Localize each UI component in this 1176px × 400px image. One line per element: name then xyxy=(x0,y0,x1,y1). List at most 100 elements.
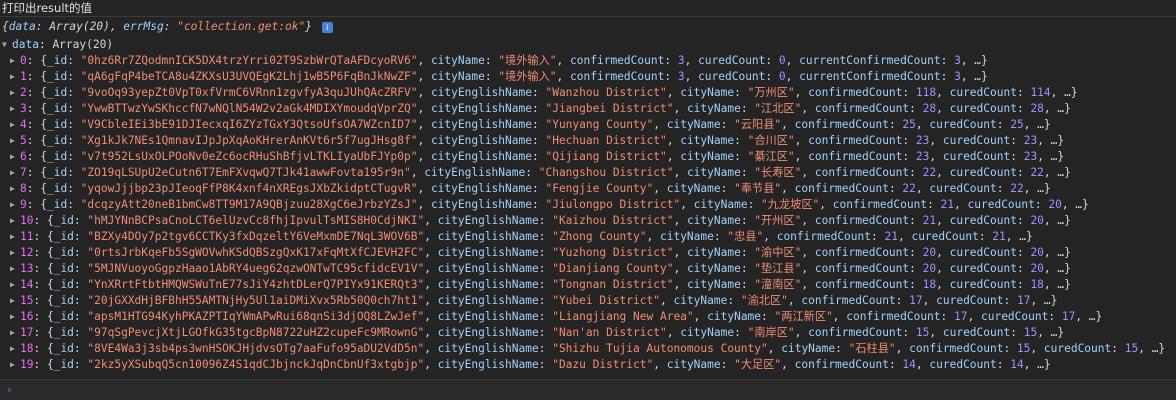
result-object-summary[interactable]: {data: Array(20), errMsg: "collection.ge… xyxy=(0,17,1176,37)
array-item-row[interactable]: ▶ 2: {_id: "9voOq93yepZt0VpT0xfVrmC6VRnn1… xyxy=(0,85,1176,101)
field-value: "9voOq93yepZt0VpT0xfVrmC6VRnn1zgvfyA3quJ… xyxy=(80,86,418,99)
triangle-right-icon[interactable]: ▶ xyxy=(10,309,20,325)
console-log-header: 打印出result的值 xyxy=(0,0,1176,17)
array-item-row[interactable]: ▶ 15: {_id: "20jGXXdHjBFBhH55AMTNjHy5Ul1a… xyxy=(0,293,1176,309)
array-index: 1 xyxy=(20,70,27,83)
field-value: 15 xyxy=(1016,342,1031,355)
field-key: confirmedCount xyxy=(814,166,910,179)
triangle-right-icon[interactable]: ▶ xyxy=(10,133,20,149)
triangle-right-icon[interactable]: ▶ xyxy=(10,101,20,117)
array-index: 18 xyxy=(20,342,34,355)
array-index: 13 xyxy=(20,262,34,275)
brace-close: } xyxy=(305,20,312,33)
field-key: confirmedCount xyxy=(570,70,665,83)
array-item-row[interactable]: ▶ 8: {_id: "yqowJjjbp23pJIeoqFfP8K4xnf4nX… xyxy=(0,181,1176,197)
triangle-right-icon[interactable]: ▶ xyxy=(10,53,20,69)
field-value: 21 xyxy=(922,214,937,227)
field-value: "Xg1kJk7NEs1QmnavIJpJpXqAoKHrerAnKVt6r5f… xyxy=(80,134,418,147)
field-key: curedCount xyxy=(942,150,1011,163)
field-key: _id xyxy=(53,310,74,323)
summary-data-value: Array(20) xyxy=(49,20,110,33)
array-item-row[interactable]: ▶ 7: {_id: "ZO19qLSUpU2eCutn6T7EmFXvqwQ7T… xyxy=(0,165,1176,181)
field-key: curedCount xyxy=(949,262,1017,275)
data-array-header[interactable]: ▼ data: Array(20) xyxy=(0,37,1176,53)
console-input-bar[interactable]: › xyxy=(0,379,1176,400)
field-key: cityEnglishName xyxy=(437,278,539,291)
field-value: "Kaizhou District" xyxy=(552,214,674,227)
field-value: 25 xyxy=(1010,118,1024,131)
array-item-row[interactable]: ▶ 18: {_id: "8VE4Wa3j3sb4ps3wnHSOKJHjdvsO… xyxy=(0,341,1176,357)
array-item-row[interactable]: ▶ 5: {_id: "Xg1kJk7NEs1QmnavIJpJpXqAoKHre… xyxy=(0,133,1176,149)
triangle-right-icon[interactable]: ▶ xyxy=(10,165,20,181)
array-item-row[interactable]: ▶ 0: {_id: "0hz6Rr7ZQodmnICK5DX4trzYrri02… xyxy=(0,53,1176,69)
array-index: 0 xyxy=(20,54,27,67)
field-key: cityName xyxy=(680,150,735,163)
array-item-row[interactable]: ▶ 9: {_id: "dcqzyAtt20neB1bmCw8TT9M17A9QB… xyxy=(0,197,1176,213)
field-value: 22 xyxy=(1030,166,1044,179)
field-value: "两江新区" xyxy=(774,310,833,323)
info-icon[interactable]: i xyxy=(321,22,333,33)
field-value: "Yuzhong District" xyxy=(552,246,674,259)
array-item-row[interactable]: ▶ 10: {_id: "hMJYNnBCPsaCnoLCT6elUzvCc8fh… xyxy=(0,213,1176,229)
field-value: 15 xyxy=(915,326,930,339)
field-key: confirmedCount xyxy=(808,86,903,99)
triangle-right-icon[interactable]: ▶ xyxy=(10,85,20,101)
field-key: cityEnglishName xyxy=(430,198,532,211)
field-value: 18 xyxy=(922,278,937,291)
field-key: confirmedCount xyxy=(808,150,903,163)
triangle-right-icon[interactable]: ▶ xyxy=(10,277,20,293)
field-key: cityName xyxy=(686,166,741,179)
field-key: cityName xyxy=(693,198,748,211)
field-value: "apsM1HTG94KyhPKAZPTIqYWmAPwRui68qnSi3dj… xyxy=(87,310,425,323)
field-key: _id xyxy=(53,294,74,307)
triangle-right-icon[interactable]: ▶ xyxy=(10,229,20,245)
triangle-right-icon[interactable]: ▶ xyxy=(10,245,20,261)
array-item-row[interactable]: ▶ 19: {_id: "2kz5yXSubqQ5cn10096Z4S1qdCJb… xyxy=(0,357,1176,373)
field-key: _id xyxy=(53,342,74,355)
array-item-row[interactable]: ▶ 16: {_id: "apsM1HTG94KyhPKAZPTIqYWmAPwR… xyxy=(0,309,1176,325)
array-item-row[interactable]: ▶ 3: {_id: "YwwBTTwzYwSKhccfN7wNQlN54W2v2… xyxy=(0,101,1176,117)
field-value: "綦江区" xyxy=(747,150,795,163)
triangle-right-icon[interactable]: ▶ xyxy=(10,341,20,357)
field-key: confirmedCount xyxy=(570,54,665,67)
array-item-row[interactable]: ▶ 6: {_id: "v7t952LsUxOLPOoNv0eZc6ocRHuSh… xyxy=(0,149,1176,165)
array-item-row[interactable]: ▶ 13: {_id: "5MJNVuoyoGgpzHaao1AbRY4ueg62… xyxy=(0,261,1176,277)
triangle-right-icon[interactable]: ▶ xyxy=(10,117,20,133)
field-value: 23 xyxy=(1023,134,1038,147)
array-item-row[interactable]: ▶ 11: {_id: "BZXy4DOy7p2tgv6CCTKy3fxDqzel… xyxy=(0,229,1176,245)
array-item-row[interactable]: ▶ 1: {_id: "qA6gFqP4beTCA8u4ZKXsU3UVQEgK2… xyxy=(0,69,1176,85)
field-value: "合川区" xyxy=(747,134,795,147)
field-key: _id xyxy=(46,134,68,147)
field-value: "万州区" xyxy=(747,86,795,99)
field-value: "Yunyang County" xyxy=(545,118,654,131)
triangle-right-icon[interactable]: ▶ xyxy=(10,69,20,85)
array-item-row[interactable]: ▶ 17: {_id: "97qSgPevcjXtjLGOfkG35tgcBpN8… xyxy=(0,325,1176,341)
field-key: cityEnglishName xyxy=(430,118,532,131)
field-value: "Jiangbei District" xyxy=(545,102,674,115)
field-key: curedCount xyxy=(698,54,766,67)
triangle-right-icon[interactable]: ▶ xyxy=(10,325,20,341)
field-value: 20 xyxy=(1048,198,1062,211)
field-value: "垫江县" xyxy=(754,262,802,275)
triangle-down-icon[interactable]: ▼ xyxy=(2,37,12,53)
triangle-right-icon[interactable]: ▶ xyxy=(10,261,20,277)
field-value: "0rtsJrbKqeFb5SgWOVwhKSdQBSzgQxK17xFqMtX… xyxy=(87,246,425,259)
field-value: 3 xyxy=(677,54,685,67)
array-index: 12 xyxy=(20,246,34,259)
array-item-row[interactable]: ▶ 4: {_id: "V9CbleIEi3bE91DJIecxqI6ZYzTGx… xyxy=(0,117,1176,133)
triangle-right-icon[interactable]: ▶ xyxy=(10,149,20,165)
field-key: curedCount xyxy=(929,182,997,195)
array-item-row[interactable]: ▶ 12: {_id: "0rtsJrbKqeFb5SgWOVwhKSdQBSzg… xyxy=(0,245,1176,261)
field-key: curedCount xyxy=(911,230,979,243)
triangle-right-icon[interactable]: ▶ xyxy=(10,357,20,373)
field-value: "8VE4Wa3j3sb4ps3wnHSOKJHjdvsOTg7aaFufo95… xyxy=(87,342,425,355)
field-key: _id xyxy=(46,166,68,179)
field-value: 17 xyxy=(1016,294,1031,307)
field-key: curedCount xyxy=(942,134,1011,147)
triangle-right-icon[interactable]: ▶ xyxy=(10,181,20,197)
summary-errmsg-key: errMsg xyxy=(123,20,164,33)
triangle-right-icon[interactable]: ▶ xyxy=(10,293,20,309)
triangle-right-icon[interactable]: ▶ xyxy=(10,213,20,229)
array-item-row[interactable]: ▶ 14: {_id: "YnXRrtFtbtHMQWSWuTnE77sJiY4z… xyxy=(0,277,1176,293)
triangle-right-icon[interactable]: ▶ xyxy=(10,197,20,213)
